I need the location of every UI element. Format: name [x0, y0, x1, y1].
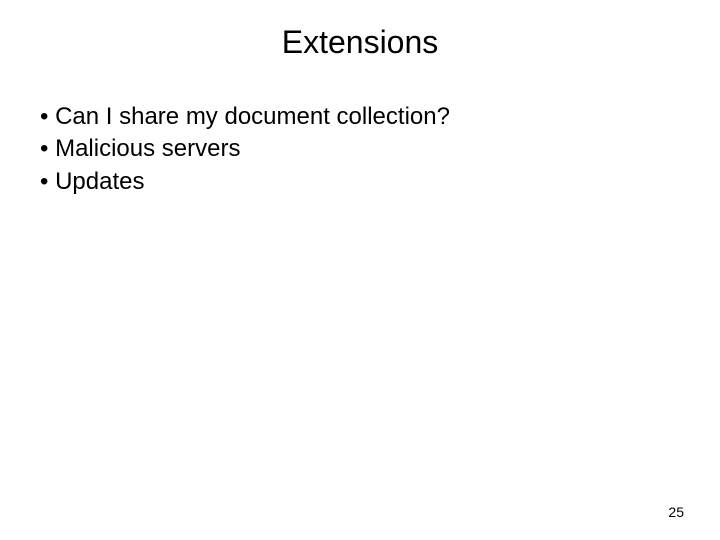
- page-number: 25: [668, 504, 684, 520]
- bullet-list: Can I share my document collection? Mali…: [40, 101, 680, 198]
- bullet-item: Updates: [40, 166, 680, 198]
- slide: Extensions Can I share my document colle…: [0, 0, 720, 540]
- bullet-item: Malicious servers: [40, 133, 680, 165]
- slide-title: Extensions: [40, 24, 680, 61]
- bullet-item: Can I share my document collection?: [40, 101, 680, 133]
